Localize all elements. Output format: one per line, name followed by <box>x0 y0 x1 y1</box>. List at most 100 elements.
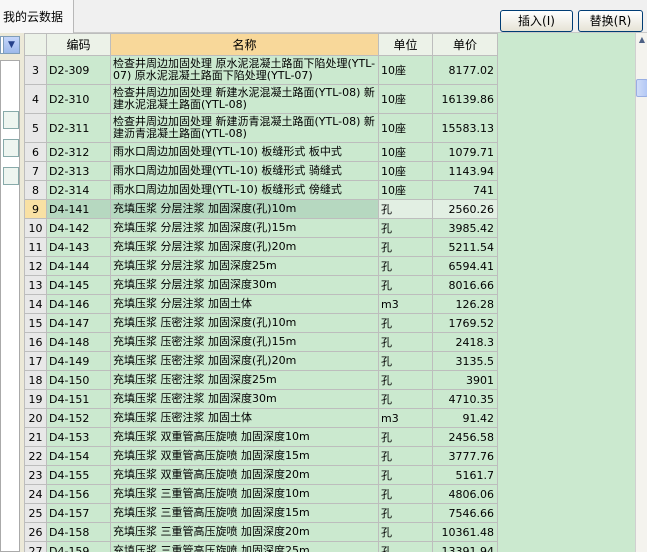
row-index[interactable]: 26 <box>24 522 47 542</box>
price-cell[interactable]: 3985.42 <box>432 218 497 238</box>
name-cell[interactable]: 充填压浆 双重管高压旋喷 加固深度20m <box>110 465 379 485</box>
category-tree[interactable] <box>0 60 20 552</box>
unit-cell[interactable]: 孔 <box>378 522 433 542</box>
code-cell[interactable]: D4-143 <box>46 237 111 257</box>
unit-cell[interactable]: 10座 <box>378 142 433 162</box>
table-row[interactable]: 15 D4-147 充填压浆 压密注浆 加固深度(孔)10m 孔 1769.52 <box>24 313 497 333</box>
price-cell[interactable]: 4710.35 <box>432 389 497 409</box>
code-cell[interactable]: D4-151 <box>46 389 111 409</box>
table-row[interactable]: 17 D4-149 充填压浆 压密注浆 加固深度(孔)20m 孔 3135.5 <box>24 351 497 371</box>
code-cell[interactable]: D4-144 <box>46 256 111 276</box>
price-cell[interactable]: 3135.5 <box>432 351 497 371</box>
code-cell[interactable]: D4-157 <box>46 503 111 523</box>
price-cell[interactable]: 15583.13 <box>432 113 497 143</box>
name-cell[interactable]: 雨水口周边加固处理(YTL-10) 板缝形式 板中式 <box>110 142 379 162</box>
table-row[interactable]: 18 D4-150 充填压浆 压密注浆 加固深度25m 孔 3901 <box>24 370 497 390</box>
row-index[interactable]: 16 <box>24 332 47 352</box>
unit-cell[interactable]: 孔 <box>378 370 433 390</box>
code-cell[interactable]: D2-309 <box>46 55 111 85</box>
price-cell[interactable]: 5161.7 <box>432 465 497 485</box>
price-cell[interactable]: 126.28 <box>432 294 497 314</box>
name-cell[interactable]: 充填压浆 双重管高压旋喷 加固深度15m <box>110 446 379 466</box>
price-cell[interactable]: 3901 <box>432 370 497 390</box>
code-cell[interactable]: D4-147 <box>46 313 111 333</box>
unit-cell[interactable]: 孔 <box>378 446 433 466</box>
code-cell[interactable]: D4-149 <box>46 351 111 371</box>
price-cell[interactable]: 1079.71 <box>432 142 497 162</box>
table-row[interactable]: 9 D4-141 充填压浆 分层注浆 加固深度(孔)10m 孔 2560.26 <box>24 199 497 219</box>
tab-my-cloud-data[interactable]: 我的云数据 <box>0 0 74 33</box>
unit-cell[interactable]: 孔 <box>378 427 433 447</box>
scroll-up-icon[interactable]: ▲ <box>636 33 647 46</box>
code-cell[interactable]: D4-153 <box>46 427 111 447</box>
unit-cell[interactable]: 孔 <box>378 237 433 257</box>
row-index[interactable]: 8 <box>24 180 47 200</box>
col-header-name[interactable]: 名称 <box>110 33 379 56</box>
unit-cell[interactable]: 孔 <box>378 313 433 333</box>
col-header-code[interactable]: 编码 <box>46 33 111 56</box>
col-header-price[interactable]: 单价 <box>432 33 497 56</box>
unit-cell[interactable]: 孔 <box>378 218 433 238</box>
unit-cell[interactable]: 孔 <box>378 389 433 409</box>
unit-cell[interactable]: 孔 <box>378 256 433 276</box>
unit-cell[interactable]: 孔 <box>378 484 433 504</box>
table-row[interactable]: 21 D4-153 充填压浆 双重管高压旋喷 加固深度10m 孔 2456.58 <box>24 427 497 447</box>
row-index[interactable]: 5 <box>24 113 47 143</box>
col-header-unit[interactable]: 单位 <box>378 33 433 56</box>
code-cell[interactable]: D4-145 <box>46 275 111 295</box>
row-index[interactable]: 11 <box>24 237 47 257</box>
price-cell[interactable]: 1769.52 <box>432 313 497 333</box>
row-index[interactable]: 21 <box>24 427 47 447</box>
price-cell[interactable]: 13391.94 <box>432 541 497 552</box>
row-index[interactable]: 14 <box>24 294 47 314</box>
tree-node[interactable] <box>3 139 19 157</box>
price-cell[interactable]: 10361.48 <box>432 522 497 542</box>
table-row[interactable]: 22 D4-154 充填压浆 双重管高压旋喷 加固深度15m 孔 3777.76 <box>24 446 497 466</box>
row-index[interactable]: 7 <box>24 161 47 181</box>
name-cell[interactable]: 充填压浆 分层注浆 加固深度(孔)20m <box>110 237 379 257</box>
price-cell[interactable]: 6594.41 <box>432 256 497 276</box>
price-cell[interactable]: 8177.02 <box>432 55 497 85</box>
code-cell[interactable]: D4-154 <box>46 446 111 466</box>
table-row[interactable]: 25 D4-157 充填压浆 三重管高压旋喷 加固深度15m 孔 7546.66 <box>24 503 497 523</box>
unit-cell[interactable]: 孔 <box>378 465 433 485</box>
row-index[interactable]: 12 <box>24 256 47 276</box>
unit-cell[interactable]: 孔 <box>378 351 433 371</box>
row-index[interactable]: 15 <box>24 313 47 333</box>
category-dropdown[interactable]: ▼ <box>0 36 20 54</box>
unit-cell[interactable]: m3 <box>378 294 433 314</box>
name-cell[interactable]: 充填压浆 压密注浆 加固深度(孔)10m <box>110 313 379 333</box>
row-index[interactable]: 20 <box>24 408 47 428</box>
vertical-scrollbar[interactable]: ▲ <box>635 33 647 552</box>
name-cell[interactable]: 充填压浆 分层注浆 加固深度(孔)15m <box>110 218 379 238</box>
unit-cell[interactable]: 10座 <box>378 113 433 143</box>
row-index[interactable]: 4 <box>24 84 47 114</box>
name-cell[interactable]: 充填压浆 压密注浆 加固深度25m <box>110 370 379 390</box>
code-cell[interactable]: D2-313 <box>46 161 111 181</box>
row-index[interactable]: 22 <box>24 446 47 466</box>
price-cell[interactable]: 1143.94 <box>432 161 497 181</box>
name-cell[interactable]: 充填压浆 分层注浆 加固深度25m <box>110 256 379 276</box>
table-row[interactable]: 16 D4-148 充填压浆 压密注浆 加固深度(孔)15m 孔 2418.3 <box>24 332 497 352</box>
name-cell[interactable]: 检查井周边加固处理 新建沥青混凝土路面(YTL-08) 新建沥青混凝土路面(YT… <box>110 113 379 143</box>
row-index[interactable]: 17 <box>24 351 47 371</box>
name-cell[interactable]: 充填压浆 分层注浆 加固深度30m <box>110 275 379 295</box>
row-index[interactable]: 25 <box>24 503 47 523</box>
replace-button[interactable]: 替换(R) <box>578 10 643 32</box>
row-index[interactable]: 6 <box>24 142 47 162</box>
tree-node[interactable] <box>3 111 19 129</box>
unit-cell[interactable]: 10座 <box>378 161 433 181</box>
row-index[interactable]: 13 <box>24 275 47 295</box>
name-cell[interactable]: 充填压浆 三重管高压旋喷 加固深度10m <box>110 484 379 504</box>
name-cell[interactable]: 检查井周边加固处理 新建水泥混凝土路面(YTL-08) 新建水泥混凝土路面(YT… <box>110 84 379 114</box>
code-cell[interactable]: D4-158 <box>46 522 111 542</box>
price-cell[interactable]: 2560.26 <box>432 199 497 219</box>
price-cell[interactable]: 2456.58 <box>432 427 497 447</box>
name-cell[interactable]: 检查井周边加固处理 原水泥混凝土路面下陷处理(YTL-07) 原水泥混凝土路面下… <box>110 55 379 85</box>
unit-cell[interactable]: 孔 <box>378 275 433 295</box>
row-index[interactable]: 18 <box>24 370 47 390</box>
row-index[interactable]: 3 <box>24 55 47 85</box>
code-cell[interactable]: D2-312 <box>46 142 111 162</box>
row-index[interactable]: 27 <box>24 541 47 552</box>
code-cell[interactable]: D4-152 <box>46 408 111 428</box>
